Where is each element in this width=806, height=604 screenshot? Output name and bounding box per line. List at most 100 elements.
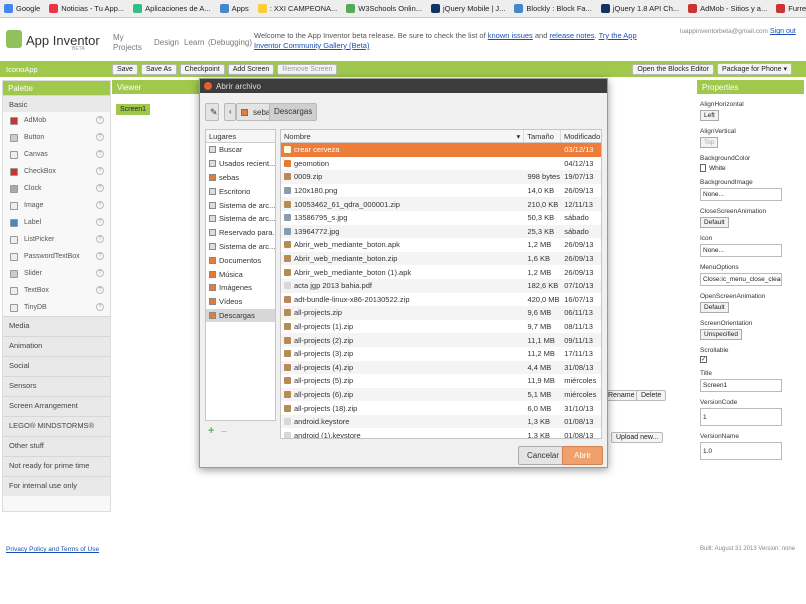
bookmark-item[interactable]: Furreal Friends C...	[776, 4, 806, 13]
palette-item-button[interactable]: Button?	[3, 129, 110, 146]
privacy-link[interactable]: Privacy Policy and Terms of Use	[6, 546, 99, 553]
path-button-descargas[interactable]: Descargas	[269, 103, 318, 121]
file-row[interactable]: 0009.zip 998 bytes 19/07/13	[281, 170, 601, 184]
file-row[interactable]: acta jgp 2013 bahia.pdf 182,6 KB 07/10/13	[281, 278, 601, 293]
bookmark-item[interactable]: W3Schools Onlin...	[346, 4, 422, 13]
palette-section[interactable]: Not ready for prime time	[3, 456, 110, 476]
toolbar-button-add-screen[interactable]: Add Screen	[227, 63, 275, 75]
palette-item-slider[interactable]: Slider?	[3, 265, 110, 282]
palette-item-label[interactable]: Label?	[3, 214, 110, 231]
palette-item-admob[interactable]: AdMob?	[3, 112, 110, 129]
place-item[interactable]: Sistema de arc...	[206, 212, 275, 226]
open-animation-select[interactable]: Default	[700, 302, 729, 313]
help-icon[interactable]: ?	[96, 235, 104, 243]
place-item[interactable]: Buscar	[206, 143, 275, 157]
file-row[interactable]: all-projects (18).zip 6,0 MB 31/10/13	[281, 401, 601, 415]
menu-options-field[interactable]: Close:ic_menu_close_clear_	[700, 273, 782, 286]
help-icon[interactable]: ?	[96, 218, 104, 226]
package-for-phone-button[interactable]: Package for Phone ▾	[717, 63, 792, 75]
help-icon[interactable]: ?	[96, 133, 104, 141]
place-item[interactable]: Escritorio	[206, 184, 275, 198]
bookmark-item[interactable]: Aplicaciones de A...	[133, 4, 211, 13]
place-item[interactable]: Música	[206, 267, 275, 281]
file-row[interactable]: Abrir_web_mediante_boton (1).apk 1,2 MB 26…	[281, 265, 601, 279]
toolbar-button-save-as[interactable]: Save As	[140, 63, 177, 75]
file-row[interactable]: all-projects (6).zip 5,1 MB miércoles	[281, 387, 601, 402]
chevron-left-icon[interactable]: ‹	[224, 103, 236, 121]
close-animation-select[interactable]: Default	[700, 217, 729, 228]
toolbar-button-remove-screen[interactable]: Remove Screen	[277, 63, 338, 75]
background-image-field[interactable]: None...	[700, 188, 782, 201]
place-item[interactable]: Sistema de arc...	[206, 198, 275, 212]
help-icon[interactable]: ?	[96, 167, 104, 175]
screen1-tab[interactable]: Screen1	[116, 104, 151, 115]
place-item[interactable]: sebas	[206, 171, 275, 185]
palette-item-listpicker[interactable]: ListPicker?	[3, 231, 110, 248]
bookmark-item[interactable]: Blockly : Block Fa...	[514, 4, 592, 13]
palette-item-canvas[interactable]: Canvas?	[3, 146, 110, 163]
place-item[interactable]: Documentos	[206, 253, 275, 267]
bookmark-item[interactable]: AdMob - Sitios y a...	[688, 4, 767, 13]
palette-item-passwordtextbox[interactable]: PasswordTextBox?	[3, 248, 110, 265]
open-blocks-editor-button[interactable]: Open the Blocks Editor	[632, 63, 714, 75]
remove-place-icon[interactable]: −	[221, 427, 227, 438]
title-field[interactable]: Screen1	[700, 379, 782, 392]
file-row[interactable]: Abrir_web_mediante_boton.zip 1,6 KB 26/09/…	[281, 251, 601, 266]
pencil-icon[interactable]: ✎	[205, 103, 219, 121]
version-code-field[interactable]: 1	[700, 408, 782, 426]
file-row[interactable]: adt-bundle-linux-x86-20130522.zip 420,0 M…	[281, 293, 601, 307]
file-row[interactable]: all-projects (5).zip 11,9 MB miércoles	[281, 374, 601, 388]
bookmark-item[interactable]: jQuery Mobile | J...	[431, 4, 505, 13]
help-icon[interactable]: ?	[96, 269, 104, 277]
palette-section[interactable]: For internal use only	[3, 476, 110, 496]
file-row[interactable]: android (1).keystore 1,3 KB 01/08/13	[281, 428, 601, 438]
nav-design[interactable]: Design	[154, 38, 179, 47]
screen-orientation-select[interactable]: Unspecified	[700, 329, 742, 340]
bookmark-item[interactable]: Google	[4, 4, 40, 13]
file-row[interactable]: android.keystore 1,3 KB 01/08/13	[281, 414, 601, 429]
file-row[interactable]: Abrir_web_mediante_boton.apk 1,2 MB 26/09/…	[281, 238, 601, 252]
palette-section[interactable]: Media	[3, 316, 110, 336]
file-row[interactable]: 120x180.png 14,0 KB 26/09/13	[281, 184, 601, 198]
file-row[interactable]: geomotion 04/12/13	[281, 157, 601, 171]
bookmark-item[interactable]: jQuery 1.8 API Ch...	[600, 4, 679, 13]
help-icon[interactable]: ?	[96, 150, 104, 158]
help-icon[interactable]: ?	[96, 201, 104, 209]
help-icon[interactable]: ?	[96, 184, 104, 192]
place-item[interactable]: Descargas	[206, 308, 275, 323]
add-place-icon[interactable]: +	[208, 425, 214, 437]
bookmark-item[interactable]: : XXI CAMPEONA...	[257, 4, 337, 13]
release-notes-link[interactable]: release notes	[550, 31, 595, 40]
file-row[interactable]: 13964772.jpg 25,3 KB sábado	[281, 224, 601, 239]
place-item[interactable]: Imágenes	[206, 281, 275, 295]
palette-item-image[interactable]: Image?	[3, 197, 110, 214]
align-vertical-select[interactable]: Top	[700, 137, 719, 148]
column-size[interactable]: Tamaño	[524, 130, 561, 142]
palette-item-tinydb[interactable]: TinyDB?	[3, 299, 110, 316]
file-row[interactable]: all-projects (1).zip 9,7 MB 08/11/13	[281, 320, 601, 334]
palette-item-textbox[interactable]: TextBox?	[3, 282, 110, 299]
place-item[interactable]: Reservado para...	[206, 226, 275, 240]
palette-section[interactable]: Animation	[3, 336, 110, 356]
help-icon[interactable]: ?	[96, 252, 104, 260]
rename-button[interactable]: Rename	[603, 390, 640, 401]
palette-section[interactable]: Sensors	[3, 376, 110, 396]
place-item[interactable]: Vídeos	[206, 295, 275, 309]
file-row[interactable]: 13586795_s.jpg 50,3 KB sábado	[281, 211, 601, 225]
place-item[interactable]: Usados recient...	[206, 157, 275, 171]
nav-learn[interactable]: Learn	[184, 38, 204, 47]
known-issues-link[interactable]: known issues	[488, 31, 533, 40]
palette-section[interactable]: LEGO® MINDSTORMS®	[3, 416, 110, 436]
icon-field[interactable]: None...	[700, 244, 782, 257]
open-button[interactable]: Abrir	[562, 446, 603, 465]
column-name[interactable]: Nombre ▾	[281, 130, 525, 142]
help-icon[interactable]: ?	[96, 116, 104, 124]
scrollable-checkbox[interactable]: ✓	[700, 356, 707, 363]
color-swatch[interactable]	[700, 164, 706, 172]
file-row[interactable]: 10053462_61_qdra_000001.zip 210,0 KB 12/11…	[281, 197, 601, 211]
palette-item-checkbox[interactable]: CheckBox?	[3, 163, 110, 180]
bookmark-item[interactable]: Noticias - Tu App...	[49, 4, 124, 13]
file-row[interactable]: all-projects (4).zip 4,4 MB 31/08/13	[281, 360, 601, 375]
palette-section[interactable]: Other stuff	[3, 436, 110, 456]
column-modified[interactable]: Modificado	[561, 130, 601, 142]
